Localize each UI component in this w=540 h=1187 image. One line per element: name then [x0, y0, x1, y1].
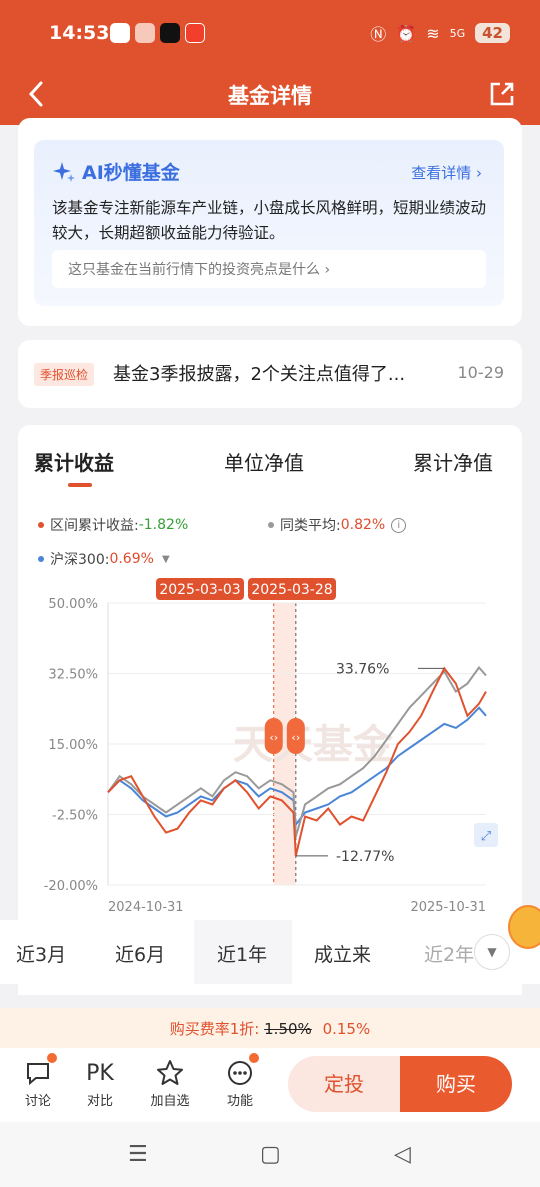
pk-icon: PK — [86, 1060, 114, 1086]
info-icon[interactable]: i — [391, 517, 407, 533]
notification-icons — [110, 23, 205, 43]
share-icon[interactable] — [488, 80, 516, 108]
legend-peer: 同类平均: 0.82% i — [268, 515, 407, 535]
tab-unit-nav[interactable]: 单位净值 — [224, 447, 304, 476]
mascot-icon[interactable] — [508, 905, 540, 949]
y-tick-label: 32.50% — [48, 668, 98, 683]
ai-title: AI秒懂基金 — [52, 158, 180, 185]
fee-current: 0.15% — [322, 1020, 371, 1038]
highlight-start-label: 2025-03-03 — [159, 582, 240, 598]
battery-icon: 42 — [475, 23, 510, 43]
legend-index-label: 沪深300: — [50, 552, 110, 568]
legend-index-value: 0.69% — [109, 551, 154, 567]
tab-indicator — [68, 483, 92, 487]
more-icon — [215, 1053, 265, 1090]
functions-button[interactable]: 功能 — [215, 1053, 265, 1109]
expand-periods-icon[interactable]: ▼ — [474, 934, 510, 970]
legend-dot — [268, 522, 274, 528]
chevron-right-icon: › — [476, 164, 482, 182]
app-notification-icon — [110, 23, 130, 43]
discuss-label: 讨论 — [24, 1094, 51, 1109]
news-title: 基金3季报披露，2个关注点值得了... — [113, 364, 406, 385]
highlight-end-label: 2025-03-28 — [251, 582, 332, 598]
period-since-inception[interactable]: 成立来 — [314, 940, 371, 967]
clock: 14:53 — [49, 22, 110, 44]
buy-button[interactable]: 购买 — [400, 1056, 512, 1112]
legend-index[interactable]: 沪深300: 0.69% ▼ — [38, 549, 170, 569]
x-tick-start: 2024-10-31 — [108, 900, 184, 913]
fee-original: 1.50% — [264, 1020, 312, 1038]
nav-bar: 基金详情 — [0, 68, 540, 125]
expand-icon-glyph: ⤢ — [481, 829, 491, 844]
y-tick-label: 50.00% — [48, 597, 98, 612]
fixed-investment-button[interactable]: 定投 — [288, 1056, 400, 1112]
y-tick-label: -2.50% — [52, 809, 98, 824]
back-icon[interactable]: ◁ — [394, 1142, 411, 1167]
news-tag: 季报巡检 — [34, 363, 95, 386]
notification-dot — [249, 1053, 259, 1063]
legend-fund: 区间累计收益: -1.82% — [38, 515, 188, 535]
legend-dot — [38, 522, 44, 528]
min-annotation: -12.77% — [336, 849, 394, 865]
max-annotation: 33.76% — [336, 661, 389, 677]
fee-bar: 购买费率1折: 1.50% 0.15% — [0, 1008, 540, 1048]
period-2y[interactable]: 近2年 — [424, 940, 474, 967]
tiktok-icon — [160, 23, 180, 43]
sparkle-icon — [53, 161, 75, 182]
ai-summary-text: 该基金专注新能源车产业链，小盘成长风格鲜明，短期业绩波动较大，长期超额收益能力待… — [52, 199, 487, 242]
chart-card: 累计收益 单位净值 累计净值 区间累计收益: -1.82% 同类平均: 0.82… — [18, 425, 522, 995]
ai-detail-link-label: 查看详情 — [411, 164, 472, 182]
alarm-icon: ⏰ — [396, 23, 417, 43]
ai-summary-card: AI秒懂基金 查看详情 › 该基金专注新能源车产业链，小盘成长风格鲜明，短期业绩… — [18, 118, 522, 326]
bottom-toolbar: 讨论 PK 对比 加自选 功能 定投 购买 — [0, 1048, 540, 1122]
legend-fund-value: -1.82% — [138, 517, 189, 533]
star-icon — [145, 1056, 195, 1090]
period-3m[interactable]: 近3月 — [16, 940, 66, 967]
functions-label: 功能 — [226, 1094, 253, 1109]
toutiao-icon — [185, 23, 205, 43]
return-chart[interactable]: 50.00%32.50%15.00%-2.50%-20.00%天天基金2025-… — [18, 573, 522, 913]
menu-icon[interactable]: ☰ — [128, 1142, 148, 1167]
favorite-label: 加自选 — [150, 1094, 190, 1109]
legend-peer-value: 0.82% — [340, 517, 386, 533]
y-tick-label: -20.00% — [44, 879, 98, 894]
chat-icon — [13, 1053, 63, 1090]
ai-question-text: 这只基金在当前行情下的投资亮点是什么 — [68, 262, 320, 278]
signal-icon: 5G — [449, 26, 466, 40]
x-tick-end: 2025-10-31 — [410, 900, 486, 913]
legend-dot — [38, 556, 44, 562]
ai-question-prompt[interactable]: 这只基金在当前行情下的投资亮点是什么 › — [52, 250, 486, 288]
period-6m[interactable]: 近6月 — [115, 940, 165, 967]
compare-label: 对比 — [86, 1094, 113, 1109]
discuss-button[interactable]: 讨论 — [13, 1053, 63, 1109]
ai-detail-link[interactable]: 查看详情 › — [411, 162, 482, 183]
chevron-right-icon: › — [324, 262, 331, 278]
compare-button[interactable]: PK 对比 — [75, 1056, 125, 1110]
app-notification-icon — [135, 23, 155, 43]
ai-box: AI秒懂基金 查看详情 › 该基金专注新能源车产业链，小盘成长风格鲜明，短期业绩… — [34, 140, 504, 306]
drag-handle-arrows: ‹› — [269, 731, 278, 744]
ai-title-text: AI秒懂基金 — [82, 162, 180, 184]
wifi-icon: ≋ — [426, 23, 440, 43]
notification-dot — [47, 1053, 57, 1063]
system-nav-bar: ☰ ▢ ◁ — [0, 1122, 540, 1187]
y-tick-label: 15.00% — [48, 738, 98, 753]
nfc-icon: Ⓝ — [370, 25, 387, 44]
news-card[interactable]: 季报巡检 基金3季报披露，2个关注点值得了... 10-29 — [18, 340, 522, 408]
news-date: 10-29 — [457, 363, 505, 382]
add-watchlist-button[interactable]: 加自选 — [145, 1056, 195, 1109]
home-icon[interactable]: ▢ — [260, 1142, 281, 1167]
tab-cumulative-nav[interactable]: 累计净值 — [413, 447, 493, 476]
period-1y[interactable]: 近1年 — [217, 940, 267, 967]
system-icons: Ⓝ ⏰ ≋ 5G 42 — [370, 21, 510, 45]
legend-peer-label: 同类平均: — [280, 518, 341, 534]
fee-label: 购买费率1折: — [169, 1020, 260, 1038]
caret-down-icon: ▼ — [161, 553, 170, 565]
period-selector: 近3月 近6月 近1年 成立来 近2年 ▼ — [0, 920, 540, 984]
tab-cumulative-return[interactable]: 累计收益 — [34, 447, 114, 476]
status-bar: 14:53 Ⓝ ⏰ ≋ 5G 42 — [0, 0, 540, 68]
page-title: 基金详情 — [228, 84, 312, 108]
legend-fund-label: 区间累计收益: — [50, 518, 139, 534]
drag-handle-arrows: ‹› — [291, 731, 300, 744]
